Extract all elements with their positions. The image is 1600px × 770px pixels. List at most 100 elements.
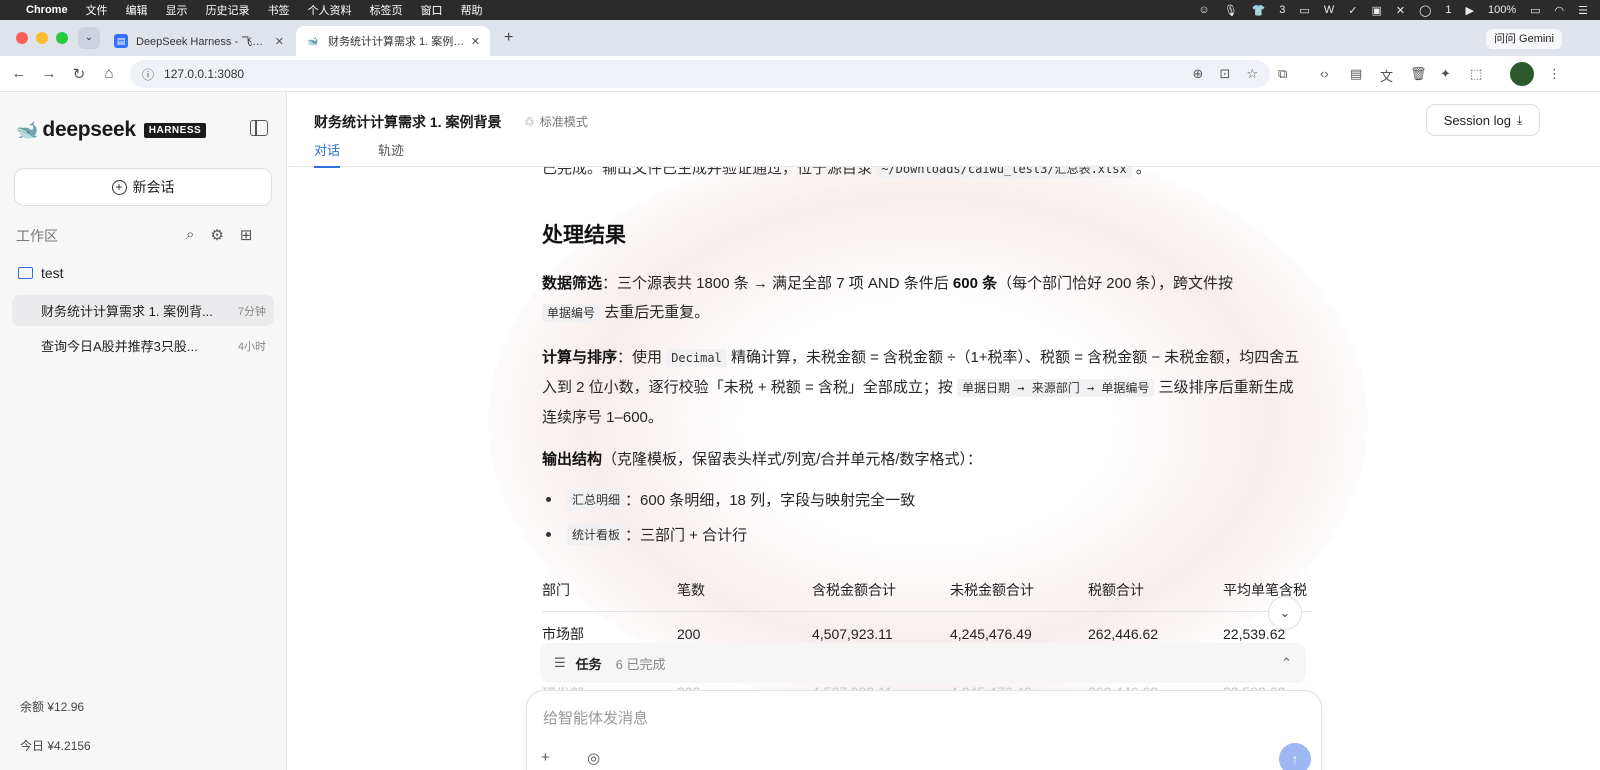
bookmark-star-icon[interactable]: ☆ bbox=[1246, 66, 1258, 82]
collapse-sidebar-icon[interactable] bbox=[250, 120, 268, 136]
chat-icon[interactable]: ◯ bbox=[1419, 4, 1431, 17]
microphone-icon[interactable]: 🎙 bbox=[1224, 4, 1238, 17]
inline-code: 统计看板 bbox=[567, 524, 626, 545]
menu-app-name[interactable]: Chrome bbox=[26, 4, 68, 16]
install-app-icon[interactable]: ⊡ bbox=[1219, 66, 1230, 82]
inline-code: 单据编号 bbox=[542, 304, 601, 322]
today-cost-text: 今日 ¥4.2156 bbox=[20, 739, 91, 753]
more-menu-icon[interactable]: ⋮ bbox=[1548, 66, 1561, 82]
send-button[interactable]: ↑ bbox=[1279, 743, 1311, 770]
deepseek-logo[interactable]: 🐋 deepseek HARNESS bbox=[16, 118, 207, 142]
profile-avatar[interactable] bbox=[1510, 62, 1534, 86]
menu-status-area: ☺ 🎙 👕 3 ▭ W ✓ ▣ ✕ ◯ 1 ▶ 100% ▭ ◠ ☰ bbox=[1198, 4, 1588, 17]
scroll-to-bottom-button[interactable]: ⌄ bbox=[1268, 596, 1302, 630]
session-log-button[interactable]: Session log ⤓ bbox=[1426, 104, 1540, 136]
reload-icon[interactable]: ↻ bbox=[64, 65, 94, 83]
play-icon[interactable]: ▶ bbox=[1466, 4, 1474, 17]
new-tab-icon[interactable]: + bbox=[504, 29, 513, 47]
menu-edit[interactable]: 编辑 bbox=[126, 2, 148, 18]
tab-conversation[interactable]: 对话 bbox=[314, 140, 341, 168]
zoom-icon[interactable]: ⊕ bbox=[1193, 66, 1204, 82]
paragraph-calc: 计算与排序：使用 Decimal 精确计算，未税金额 = 含税金额 ÷（1+税率… bbox=[542, 343, 1304, 432]
address-bar[interactable]: ⓘ 127.0.0.1:3080 ⊕ ⊡ ☆ bbox=[130, 60, 1270, 88]
devtools-icon[interactable]: ‹› bbox=[1320, 66, 1329, 81]
mode-indicator[interactable]: ♲ 标准模式 bbox=[524, 113, 588, 130]
settings-icon[interactable]: ◎ bbox=[587, 749, 600, 767]
whale-icon: 🐋 bbox=[16, 119, 39, 140]
chevron-up-icon[interactable]: ⌃ bbox=[1281, 655, 1292, 671]
tab-trace[interactable]: 轨迹 bbox=[378, 140, 404, 159]
translate-icon[interactable]: 文 bbox=[1380, 66, 1393, 85]
conversation-item[interactable]: 财务统计计算需求 1. 案例背... 7分钟 bbox=[12, 295, 274, 326]
paragraph-output: 输出结构（克隆模板，保留表头样式/列宽/合并单元格/数字格式）： bbox=[542, 445, 1304, 474]
session-log-label: Session log bbox=[1443, 112, 1511, 128]
zoom-window-button[interactable] bbox=[56, 32, 68, 44]
bird-icon[interactable]: ✓ bbox=[1348, 4, 1357, 17]
deepseek-whale-icon: 🐋 bbox=[307, 36, 319, 46]
back-icon[interactable]: ← bbox=[4, 65, 34, 82]
menu-tabs[interactable]: 标签页 bbox=[370, 2, 403, 18]
url-text[interactable]: 127.0.0.1:3080 bbox=[164, 67, 244, 81]
column-header: 笔数 bbox=[677, 569, 812, 612]
conversation-title: 财务统计计算需求 1. 案例背... bbox=[41, 304, 213, 319]
screen-icon[interactable]: ▭ bbox=[1299, 4, 1309, 17]
mode-icon: ♲ bbox=[524, 114, 535, 129]
menu-view[interactable]: 显示 bbox=[166, 2, 188, 18]
minimize-window-button[interactable] bbox=[36, 32, 48, 44]
list-item: 统计看板 ：三部门 + 合计行 bbox=[542, 524, 747, 545]
chat-count: 1 bbox=[1445, 4, 1452, 16]
calendar-icon[interactable]: ▣ bbox=[1371, 4, 1381, 17]
ask-gemini-button[interactable]: 问问 Gemini bbox=[1486, 29, 1562, 49]
folder-item-test[interactable]: test bbox=[18, 265, 64, 281]
task-label: 任务 bbox=[575, 656, 602, 672]
conversation-header: 财务统计计算需求 1. 案例背景 ♲ 标准模式 对话 轨迹 Session lo… bbox=[288, 92, 1600, 168]
message-input[interactable]: 给智能体发消息 bbox=[543, 707, 648, 728]
search-icon[interactable]: ⌕ bbox=[186, 226, 194, 244]
close-tab-icon[interactable]: ✕ bbox=[275, 35, 284, 48]
sidepanel-icon[interactable]: ▤ bbox=[1350, 66, 1362, 82]
balance-text: 余额 ¥12.96 bbox=[20, 700, 85, 714]
home-icon[interactable]: ⌂ bbox=[94, 65, 124, 82]
forward-icon[interactable]: → bbox=[34, 65, 64, 82]
extensions-icon[interactable]: ⧉ bbox=[1278, 66, 1287, 82]
list-item-text: ：三部门 + 合计行 bbox=[625, 527, 748, 544]
browser-tab-active[interactable]: 🐋 财务统计计算需求 1. 案例背景 - ✕ bbox=[296, 26, 490, 56]
close-tab-icon[interactable]: ✕ bbox=[471, 35, 480, 48]
wifi-icon[interactable]: ◠ bbox=[1555, 4, 1565, 17]
window-controls bbox=[16, 32, 68, 44]
menu-bookmarks[interactable]: 书签 bbox=[268, 2, 290, 18]
word-icon[interactable]: W bbox=[1324, 4, 1334, 16]
emoji-icon[interactable]: ☺ bbox=[1198, 4, 1209, 16]
add-attachment-icon[interactable]: + bbox=[541, 749, 550, 766]
message-composer[interactable]: 给智能体发消息 + ◎ ↑ bbox=[526, 690, 1322, 770]
control-center-icon[interactable]: ☰ bbox=[1578, 4, 1588, 17]
new-chat-button[interactable]: + 新会话 bbox=[14, 168, 272, 206]
paragraph-text: ：使用 bbox=[617, 349, 663, 366]
site-info-icon[interactable]: ⓘ bbox=[142, 66, 154, 83]
new-folder-icon[interactable]: ⊞ bbox=[240, 226, 253, 244]
list-item-text: ：600 条明细，18 列，字段与映射完全一致 bbox=[625, 492, 916, 509]
conversation-item[interactable]: 查询今日A股并推荐3只股... 4小时 bbox=[12, 330, 274, 361]
shirt-icon[interactable]: 👕 bbox=[1252, 4, 1266, 17]
download-icon: ⤓ bbox=[1516, 112, 1523, 127]
paragraph-filter: 数据筛选：三个源表共 1800 条 → 满足全部 7 项 AND 条件后 600… bbox=[542, 269, 1304, 328]
menu-file[interactable]: 文件 bbox=[86, 2, 108, 18]
menu-help[interactable]: 帮助 bbox=[461, 2, 483, 18]
task-progress-bar[interactable]: ☰ 任务 6 已完成 ⌃ bbox=[540, 643, 1306, 683]
close-window-button[interactable] bbox=[16, 32, 28, 44]
trash-icon[interactable]: 🗑 bbox=[1410, 66, 1427, 82]
menu-window[interactable]: 窗口 bbox=[421, 2, 443, 18]
list-item: 汇总明细 ：600 条明细，18 列，字段与映射完全一致 bbox=[542, 489, 915, 510]
puzzle-icon[interactable]: ⬚ bbox=[1470, 66, 1482, 82]
battery-icon[interactable]: ▭ bbox=[1530, 4, 1540, 17]
filter-icon[interactable]: ⚙ bbox=[210, 226, 223, 244]
paragraph-text: ：三个源表共 1800 条 → 满足全部 7 项 AND 条件后 bbox=[602, 275, 949, 292]
pin-icon[interactable]: ✦ bbox=[1440, 66, 1451, 82]
menu-history[interactable]: 历史记录 bbox=[206, 2, 250, 18]
main-panel: 财务统计计算需求 1. 案例背景 ♲ 标准模式 对话 轨迹 Session lo… bbox=[288, 92, 1600, 770]
tools-icon[interactable]: ✕ bbox=[1396, 4, 1405, 17]
browser-tab-feishu[interactable]: ▤ DeepSeek Harness - 飞书云文 ✕ bbox=[104, 26, 294, 56]
menu-profiles[interactable]: 个人资料 bbox=[308, 2, 352, 18]
column-header: 含税金额合计 bbox=[812, 569, 950, 612]
tab-search-icon[interactable]: ⌄ bbox=[78, 27, 100, 49]
